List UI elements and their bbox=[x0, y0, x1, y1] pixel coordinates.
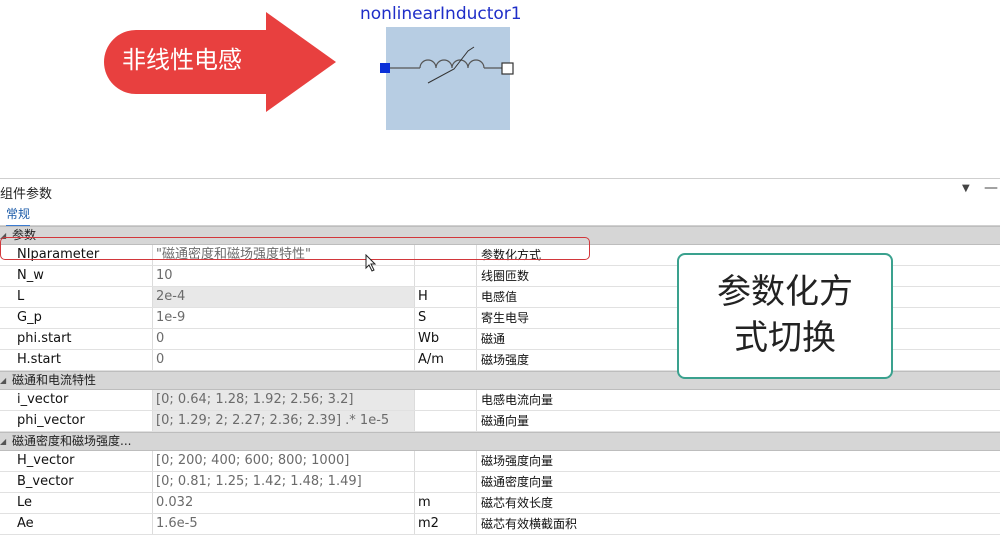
param-name: Le bbox=[17, 495, 33, 510]
table-row[interactable]: i_vector [0; 0.64; 1.28; 1.92; 2.56; 3.2… bbox=[0, 390, 1000, 411]
inductor-symbol-icon bbox=[380, 46, 514, 84]
param-name: Ae bbox=[17, 516, 34, 531]
param-value[interactable]: [0; 200; 400; 600; 800; 1000] bbox=[152, 451, 414, 471]
param-name: H_vector bbox=[17, 453, 75, 468]
callout-box: 参数化方 式切换 bbox=[677, 253, 893, 379]
callout-line-1: 参数化方 bbox=[717, 272, 853, 312]
param-unit bbox=[414, 411, 476, 431]
table-row[interactable]: Ae 1.6e-5 m2 磁芯有效横截面积 bbox=[0, 514, 1000, 535]
param-value[interactable]: [0; 1.29; 2; 2.27; 2.36; 2.39] .* 1e-5 bbox=[152, 411, 414, 431]
param-value[interactable]: 0.032 bbox=[152, 493, 414, 513]
collapse-triangle-icon[interactable]: ◢ bbox=[0, 433, 6, 450]
panel-title: 组件参数 bbox=[0, 187, 53, 202]
component-name-label[interactable]: nonlinearInductor1 bbox=[360, 4, 522, 24]
mouse-cursor-icon bbox=[365, 254, 377, 272]
param-unit: m bbox=[414, 493, 476, 513]
param-unit bbox=[414, 266, 476, 286]
param-desc: 磁芯有效横截面积 bbox=[476, 514, 1000, 534]
param-desc: 磁场强度向量 bbox=[476, 451, 1000, 471]
tab-bar: 常规 bbox=[0, 203, 1000, 227]
panel-menu-icon[interactable]: ▼ bbox=[962, 183, 970, 194]
param-value[interactable]: 1e-9 bbox=[152, 308, 414, 328]
table-row[interactable]: B_vector [0; 0.81; 1.25; 1.42; 1.48; 1.4… bbox=[0, 472, 1000, 493]
table-row[interactable]: H_vector [0; 200; 400; 600; 800; 1000] 磁… bbox=[0, 451, 1000, 472]
highlight-box bbox=[0, 237, 590, 260]
tab-general[interactable]: 常规 bbox=[6, 205, 31, 227]
param-value[interactable]: 0 bbox=[152, 350, 414, 370]
param-name: L bbox=[17, 289, 25, 304]
diagram-canvas: 非线性电感 nonlinearInductor1 bbox=[0, 0, 1000, 178]
param-unit bbox=[414, 451, 476, 471]
callout-line-2: 式切换 bbox=[734, 318, 836, 358]
param-value[interactable]: 2e-4 bbox=[152, 287, 414, 307]
param-name: H.start bbox=[17, 352, 61, 367]
param-unit: H bbox=[414, 287, 476, 307]
arrow-label: 非线性电感 bbox=[122, 46, 242, 74]
param-value[interactable]: [0; 0.64; 1.28; 1.92; 2.56; 3.2] bbox=[152, 390, 414, 410]
param-name: phi.start bbox=[17, 331, 72, 346]
port-left[interactable] bbox=[380, 63, 390, 73]
param-value[interactable]: [0; 0.81; 1.25; 1.42; 1.48; 1.49] bbox=[152, 472, 414, 492]
table-row[interactable]: phi_vector [0; 1.29; 2; 2.27; 2.36; 2.39… bbox=[0, 411, 1000, 432]
port-right[interactable] bbox=[501, 62, 514, 75]
param-name: i_vector bbox=[17, 392, 69, 407]
param-desc: 电感电流向量 bbox=[476, 390, 1000, 410]
param-name: phi_vector bbox=[17, 413, 85, 428]
table-row[interactable]: Le 0.032 m 磁芯有效长度 bbox=[0, 493, 1000, 514]
param-name: N_w bbox=[17, 268, 44, 283]
param-desc: 磁芯有效长度 bbox=[476, 493, 1000, 513]
param-value[interactable]: 0 bbox=[152, 329, 414, 349]
param-unit: Wb bbox=[414, 329, 476, 349]
param-name: G_p bbox=[17, 310, 42, 325]
param-unit bbox=[414, 390, 476, 410]
collapse-triangle-icon[interactable]: ◢ bbox=[0, 372, 6, 389]
param-name: B_vector bbox=[17, 474, 74, 489]
panel-minimize-icon[interactable]: — bbox=[984, 180, 998, 196]
param-value[interactable]: 1.6e-5 bbox=[152, 514, 414, 534]
param-unit bbox=[414, 472, 476, 492]
param-desc: 磁通密度向量 bbox=[476, 472, 1000, 492]
param-unit: m2 bbox=[414, 514, 476, 534]
param-unit: S bbox=[414, 308, 476, 328]
param-unit: A/m bbox=[414, 350, 476, 370]
section-header-b-h[interactable]: ◢ 磁通密度和磁场强度... bbox=[0, 432, 1000, 451]
param-desc: 磁通向量 bbox=[476, 411, 1000, 431]
